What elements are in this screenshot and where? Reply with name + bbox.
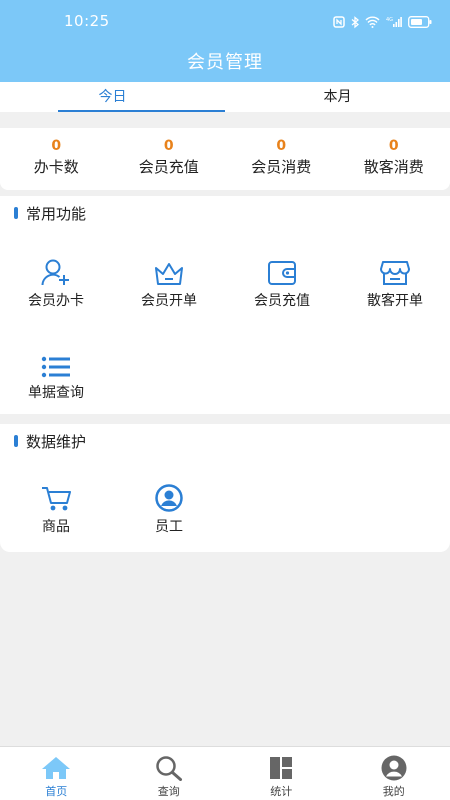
- data-maintenance-section: 数据维护 商品 员工: [0, 424, 450, 552]
- signal-icon: 4G: [386, 17, 402, 27]
- cart-icon: [6, 482, 106, 512]
- nfc-icon: [333, 16, 345, 28]
- stat-label: 会员充值: [138, 158, 199, 176]
- list-icon: [6, 348, 106, 378]
- stat-label: 散客消费: [363, 158, 424, 176]
- stat-member-recharge: 0 会员充值: [113, 128, 226, 190]
- stats-icon: [225, 755, 338, 781]
- user-add-icon: [6, 256, 106, 286]
- nav-label: 我的: [382, 785, 405, 798]
- crown-icon: [119, 256, 219, 286]
- grid-item-label: 单据查询: [28, 385, 84, 401]
- products-button[interactable]: 商品: [6, 482, 106, 536]
- stat-guest-consumption: 0 散客消费: [338, 128, 450, 190]
- profile-icon: [338, 755, 450, 781]
- nav-label: 查询: [157, 785, 180, 798]
- section-marker: [14, 207, 18, 219]
- wallet-icon: [232, 256, 332, 286]
- period-tabs: 今日 本月: [0, 82, 450, 112]
- section-title-label: 数据维护: [26, 432, 87, 451]
- member-order-button[interactable]: 会员开单: [119, 256, 219, 310]
- grid-item-label: 会员开单: [141, 293, 197, 309]
- order-query-button[interactable]: 单据查询: [6, 348, 106, 402]
- employees-button[interactable]: 员工: [119, 482, 219, 536]
- nav-query[interactable]: 查询: [113, 747, 226, 800]
- member-recharge-button[interactable]: 会员充值: [232, 256, 332, 310]
- store-icon: [345, 256, 445, 286]
- stat-label: 会员消费: [251, 158, 312, 176]
- status-icons: 4G: [333, 14, 432, 30]
- common-functions-section: 常用功能 会员办卡 会员开单 会员充值 散客开单 单据查询: [0, 196, 450, 414]
- stat-label: 办卡数: [33, 158, 79, 176]
- app-header: 10:25 4G 会员管理: [0, 0, 450, 82]
- grid-item-label: 会员充值: [254, 293, 310, 309]
- section-title: 数据维护: [14, 431, 86, 451]
- bottom-nav: 首页 查询 统计 我的: [0, 746, 450, 800]
- stat-value: 0: [163, 138, 174, 154]
- status-time: 10:25: [64, 12, 110, 30]
- tab-today[interactable]: 今日: [0, 82, 225, 112]
- member-card-button[interactable]: 会员办卡: [6, 256, 106, 310]
- guest-order-button[interactable]: 散客开单: [345, 256, 445, 310]
- stats-summary: 0 办卡数 0 会员充值 0 会员消费 0 散客消费: [0, 128, 450, 190]
- grid-item-label: 员工: [155, 519, 183, 535]
- page-title: 会员管理: [187, 52, 263, 73]
- stat-card-count: 0 办卡数: [0, 128, 113, 190]
- nav-home[interactable]: 首页: [0, 747, 113, 800]
- grid-item-label: 商品: [42, 519, 70, 535]
- employee-icon: [119, 482, 219, 512]
- grid-item-label: 散客开单: [367, 293, 423, 309]
- tab-this-month[interactable]: 本月: [225, 82, 450, 112]
- section-title-label: 常用功能: [26, 204, 87, 223]
- home-icon: [0, 755, 113, 781]
- wifi-icon: [365, 16, 380, 28]
- stat-value: 0: [276, 138, 287, 154]
- battery-icon: [408, 16, 432, 28]
- bluetooth-icon: [351, 15, 359, 28]
- nav-profile[interactable]: 我的: [338, 747, 450, 800]
- section-marker: [14, 435, 18, 447]
- nav-label: 首页: [45, 785, 68, 798]
- grid-item-label: 会员办卡: [28, 293, 84, 309]
- stat-value: 0: [51, 138, 62, 154]
- status-bar: 10:25 4G: [0, 0, 450, 44]
- search-icon: [113, 755, 226, 781]
- stat-member-consumption: 0 会员消费: [225, 128, 338, 190]
- nav-stats[interactable]: 统计: [225, 747, 338, 800]
- svg-text:4G: 4G: [386, 17, 393, 23]
- section-title: 常用功能: [14, 203, 86, 223]
- nav-label: 统计: [270, 785, 293, 798]
- stat-value: 0: [388, 138, 399, 154]
